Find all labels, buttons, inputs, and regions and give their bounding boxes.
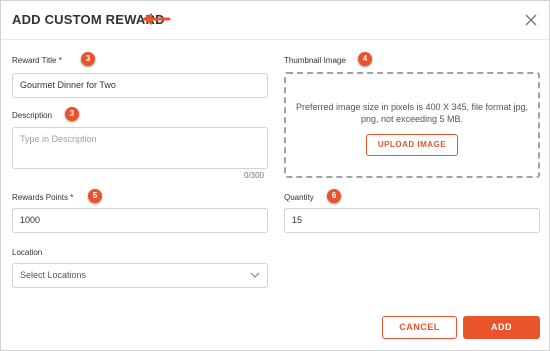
required-mark: * (70, 193, 74, 202)
reward-title-input[interactable]: Gourmet Dinner for Two (12, 73, 268, 98)
dialog-header: ADD CUSTOM REWARD (1, 1, 549, 40)
add-custom-reward-dialog: ADD CUSTOM REWARD Reward Title * 3 Gourm… (0, 0, 550, 351)
description-label: Description (12, 111, 53, 120)
annotation-badge-reward-title: 3 (81, 52, 95, 66)
location-select-value: Select Locations (20, 270, 87, 280)
arrow-left-icon (142, 13, 171, 25)
reward-points-input[interactable]: 1000 (12, 208, 268, 233)
thumbnail-dropzone[interactable]: Preferred image size in pixels is 400 X … (284, 72, 540, 178)
reward-points-label-text: Rewards Points (12, 193, 69, 202)
upload-image-button[interactable]: UPLOAD IMAGE (366, 134, 458, 156)
reward-title-label: Reward Title * (12, 56, 62, 65)
quantity-input[interactable]: 15 (284, 208, 540, 233)
annotation-badge-thumbnail: 4 (358, 52, 372, 66)
thumbnail-image-label: Thumbnail Image (284, 56, 346, 65)
thumbnail-hint: Preferred image size in pixels is 400 X … (295, 102, 529, 124)
quantity-label: Quantity (284, 193, 314, 202)
required-mark: * (58, 56, 62, 65)
add-button[interactable]: ADD (463, 316, 540, 339)
reward-points-label: Rewards Points * (12, 193, 73, 202)
annotation-badge-description: 3 (65, 107, 79, 121)
annotation-badge-reward-points: 5 (88, 189, 102, 203)
location-label: Location (12, 248, 43, 257)
description-textarea[interactable]: Type in Description (12, 127, 268, 169)
annotation-badge-quantity: 6 (327, 189, 341, 203)
cancel-button[interactable]: CANCEL (382, 316, 457, 339)
reward-title-label-text: Reward Title (12, 56, 57, 65)
close-icon[interactable] (524, 13, 538, 27)
location-select[interactable]: Select Locations (12, 263, 268, 288)
description-char-counter: 0/300 (244, 171, 265, 180)
chevron-down-icon (250, 272, 260, 278)
